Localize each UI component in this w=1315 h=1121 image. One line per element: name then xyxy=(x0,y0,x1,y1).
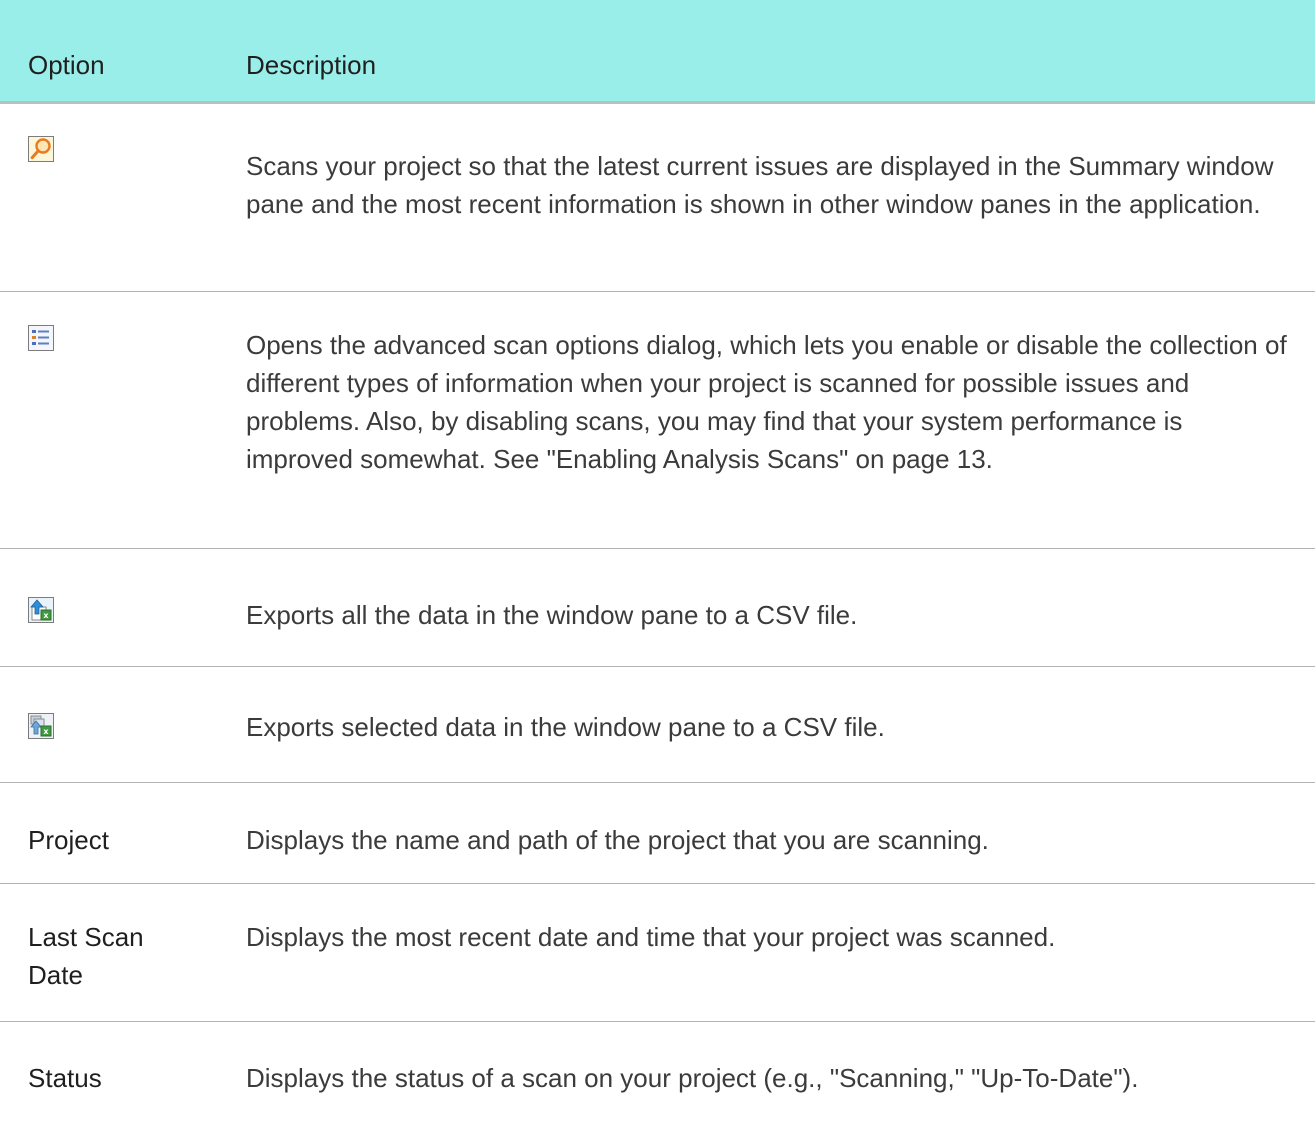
table-row-last-scan-date: Last Scan Date Displays the most recent … xyxy=(0,884,1315,1022)
option-label: Last Scan Date xyxy=(28,922,144,990)
table-row-scan: Scans your project so that the latest cu… xyxy=(0,104,1315,292)
row-description: Scans your project so that the latest cu… xyxy=(246,151,1274,219)
scan-icon xyxy=(28,136,54,162)
table-row-scan-options: Opens the advanced scan options dialog, … xyxy=(0,292,1315,549)
option-column-header: Option xyxy=(28,50,105,80)
description-column-header: Description xyxy=(246,50,377,80)
row-description: Exports selected data in the window pane… xyxy=(246,712,885,742)
svg-text:x: x xyxy=(43,611,49,620)
table-row-export-all: x Exports all the data in the window pan… xyxy=(0,549,1315,667)
row-description: Displays the most recent date and time t… xyxy=(246,922,1056,952)
row-description: Opens the advanced scan options dialog, … xyxy=(246,330,1287,474)
option-label: Status xyxy=(28,1063,102,1093)
svg-text:x: x xyxy=(43,727,49,736)
option-label: Project xyxy=(28,825,109,855)
table-row-status: Status Displays the status of a scan on … xyxy=(0,1022,1315,1121)
table-row-export-selected: x Exports selected data in the window pa… xyxy=(0,667,1315,783)
export-selected-csv-icon: x xyxy=(28,713,54,739)
scan-options-icon xyxy=(28,325,54,351)
table-header: Option Description xyxy=(0,0,1315,104)
row-description: Displays the name and path of the projec… xyxy=(246,825,989,855)
table-row-project: Project Displays the name and path of th… xyxy=(0,783,1315,884)
row-description: Displays the status of a scan on your pr… xyxy=(246,1063,1139,1093)
options-table: Option Description Scans your project so… xyxy=(0,0,1315,1121)
export-all-csv-icon: x xyxy=(28,597,54,623)
row-description: Exports all the data in the window pane … xyxy=(246,600,858,630)
